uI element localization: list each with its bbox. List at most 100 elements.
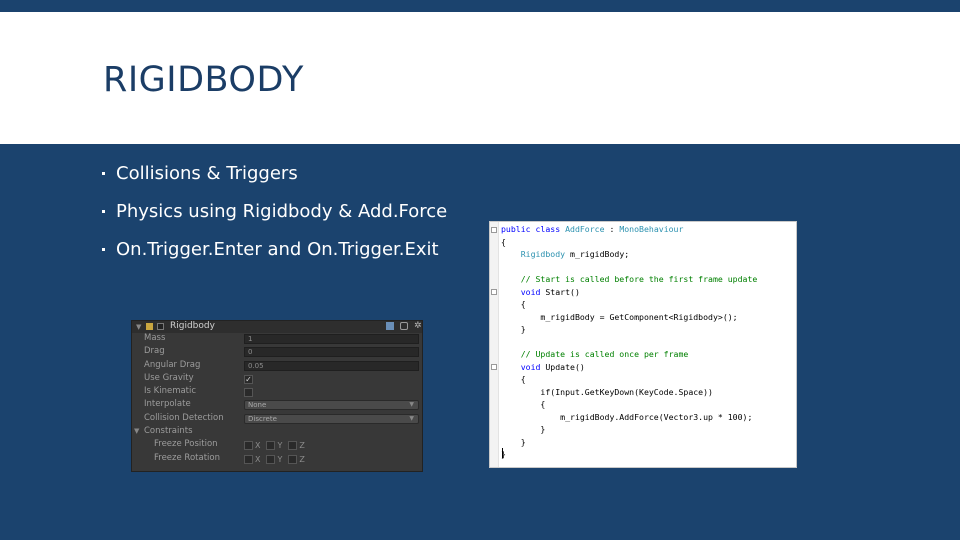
collapse-icon[interactable] [491, 364, 497, 370]
use-gravity-row: Use Gravity ✓ [132, 373, 422, 386]
code-line: // Update is called once per frame [501, 349, 689, 359]
checkbox[interactable] [266, 441, 276, 451]
freeze-position-z[interactable]: Z [288, 441, 305, 451]
axis-label: X [255, 454, 261, 464]
preset-icon[interactable] [400, 322, 408, 330]
code-line: { [501, 299, 526, 309]
code-line: Rigidbody m_rigidBody; [501, 249, 629, 259]
interpolate-row: Interpolate None ▼ [132, 399, 422, 412]
mass-row: Mass 1 [132, 333, 422, 346]
collision-detection-row: Collision Detection Discrete ▼ [132, 413, 422, 426]
angular-drag-field[interactable]: 0.05 [244, 360, 419, 371]
code-token: m_rigidBody; [565, 249, 630, 259]
axis-label: Y [277, 454, 283, 464]
constraints-row[interactable]: ▼ Constraints [132, 426, 422, 439]
is-kinematic-checkbox[interactable] [244, 388, 253, 398]
checkbox[interactable] [288, 454, 298, 464]
bullet-text: Physics using Rigidbody & Add.Force [116, 201, 448, 222]
component-header[interactable]: ▼ Rigidbody ✲ [132, 321, 422, 333]
code-line: { [501, 399, 546, 409]
code-line: { [501, 236, 506, 247]
code-token: Rigidbody [520, 249, 566, 259]
collapse-icon[interactable] [491, 227, 497, 233]
freeze-position-y[interactable]: Y [266, 441, 283, 451]
code-line: m_rigidBody.AddForce(Vector3.up * 100); [501, 411, 753, 422]
bullet-text: Collisions & Triggers [116, 163, 298, 184]
rigidbody-icon [146, 323, 153, 330]
code-line: // Start is called before the first fram… [501, 274, 758, 284]
drag-row: Drag 0 [132, 346, 422, 359]
checkbox[interactable] [244, 441, 253, 451]
mass-label: Mass [144, 333, 166, 343]
freeze-rotation-axes: X Y Z [244, 454, 311, 464]
code-gutter [490, 222, 499, 467]
code-line: { [501, 374, 526, 384]
component-name: Rigidbody [170, 321, 215, 331]
bullet-item: Physics using Rigidbody & Add.Force [100, 198, 480, 236]
checkbox[interactable] [288, 441, 298, 451]
interpolate-dropdown[interactable]: None ▼ [244, 400, 419, 411]
interpolate-value: None [248, 401, 267, 410]
collapse-icon[interactable] [491, 289, 497, 295]
dropdown-arrow-icon: ▼ [409, 414, 414, 422]
freeze-rotation-row: Freeze Rotation X Y Z [132, 453, 422, 466]
code-token: : [604, 224, 620, 234]
checkbox[interactable] [244, 454, 253, 464]
freeze-rotation-z[interactable]: Z [288, 454, 305, 464]
code-line: if(Input.GetKeyDown(KeyCode.Space)) [501, 386, 713, 397]
component-enable-checkbox[interactable] [157, 323, 164, 330]
code-line: } [501, 424, 546, 434]
checkbox[interactable] [266, 454, 276, 464]
bullet-item: On.Trigger.Enter and On.Trigger.Exit [100, 236, 480, 274]
fold-arrow-icon[interactable]: ▼ [136, 323, 141, 331]
freeze-position-x[interactable]: X [244, 441, 260, 451]
collision-detection-value: Discrete [248, 414, 277, 423]
collision-detection-label: Collision Detection [144, 412, 224, 423]
code-token: Update() [545, 361, 585, 372]
freeze-position-axes: X Y Z [244, 441, 311, 451]
code-line: void Update() [501, 362, 585, 372]
bullet-item: Collisions & Triggers [100, 160, 480, 198]
gear-icon[interactable]: ✲ [414, 322, 422, 331]
code-token: public class [501, 224, 566, 234]
code-token: void [501, 361, 546, 372]
constraints-fold-icon[interactable]: ▼ [134, 427, 139, 435]
help-book-icon[interactable] [386, 322, 394, 330]
freeze-rotation-y[interactable]: Y [266, 454, 283, 464]
bullet-dot-icon [102, 248, 105, 251]
drag-label: Drag [144, 346, 165, 357]
bullet-dot-icon [102, 210, 105, 213]
is-kinematic-row: Is Kinematic [132, 386, 422, 399]
axis-label: Y [277, 441, 283, 451]
use-gravity-label: Use Gravity [144, 372, 194, 383]
code-line: public class AddForce : MonoBehaviour [501, 224, 683, 234]
rigidbody-inspector-panel: ▼ Rigidbody ✲ Mass 1 Drag 0 Angular Drag… [131, 320, 423, 472]
code-line: void Start() [501, 287, 580, 297]
dropdown-arrow-icon: ▼ [409, 401, 414, 409]
axis-label: Z [299, 454, 305, 464]
freeze-position-label: Freeze Position [154, 439, 218, 450]
code-token: MonoBehaviour [619, 224, 684, 234]
freeze-rotation-x[interactable]: X [244, 454, 261, 464]
freeze-position-row: Freeze Position X Y Z [132, 439, 422, 452]
angular-drag-label: Angular Drag [144, 359, 201, 370]
text-caret [502, 448, 503, 458]
use-gravity-checkbox[interactable]: ✓ [244, 374, 253, 384]
code-token: AddForce [565, 224, 605, 234]
top-strip [0, 0, 960, 12]
code-token: void [501, 286, 546, 297]
code-line: } [501, 436, 526, 447]
code-line: m_rigidBody = GetComponent<Rigidbody>(); [501, 311, 738, 322]
collision-detection-dropdown[interactable]: Discrete ▼ [244, 413, 419, 424]
axis-label: Z [299, 441, 305, 451]
bullet-list: Collisions & Triggers Physics using Rigi… [100, 160, 480, 274]
constraints-label: Constraints [144, 426, 193, 437]
code-editor-panel[interactable]: public class AddForce : MonoBehaviour { … [489, 221, 797, 468]
mass-field[interactable]: 1 [244, 334, 419, 344]
bullet-text: On.Trigger.Enter and On.Trigger.Exit [116, 239, 439, 260]
angular-drag-row: Angular Drag 0.05 [132, 360, 422, 373]
drag-field[interactable]: 0 [244, 347, 419, 358]
interpolate-label: Interpolate [144, 399, 191, 410]
freeze-rotation-label: Freeze Rotation [154, 452, 220, 463]
